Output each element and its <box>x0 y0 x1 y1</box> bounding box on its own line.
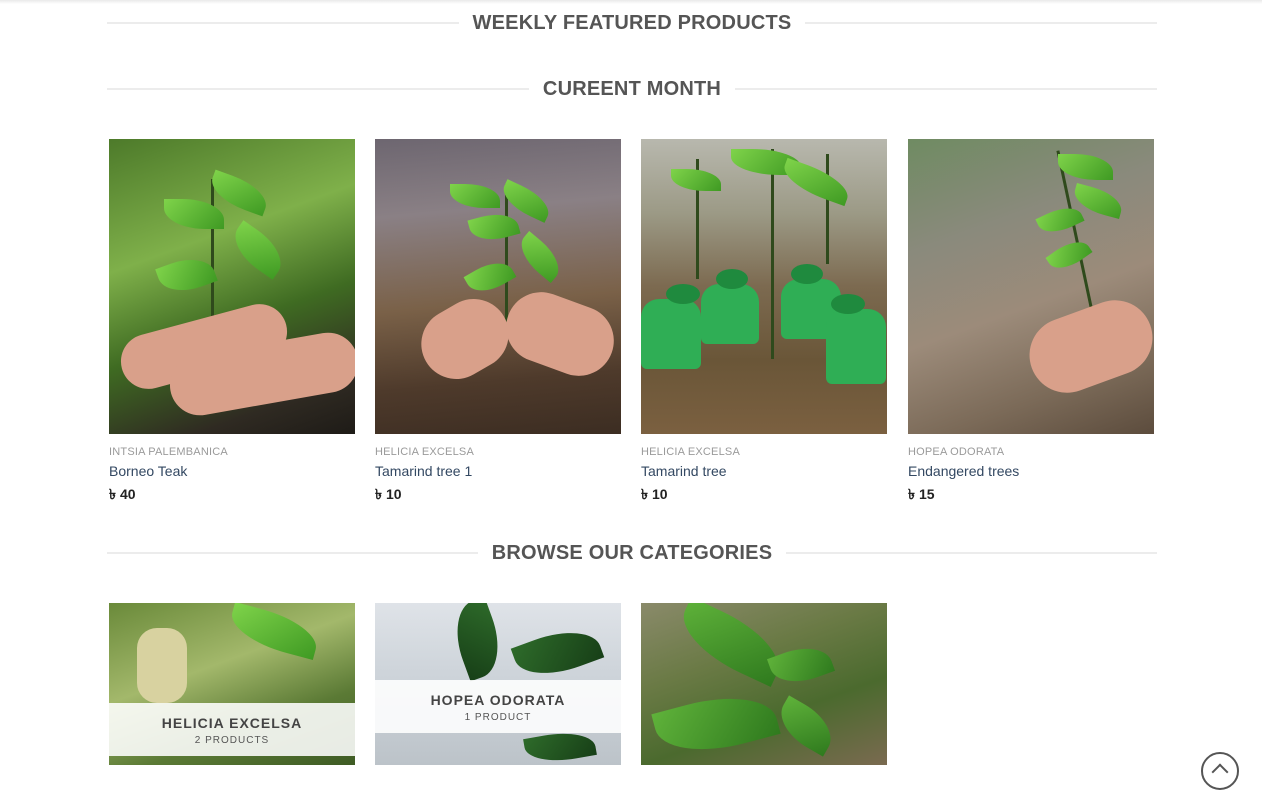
product-name[interactable]: Tamarind tree <box>641 463 887 479</box>
product-name[interactable]: Tamarind tree 1 <box>375 463 621 479</box>
product-card[interactable]: INTSIA PALEMBANICA Borneo Teak ৳ 40 <box>109 139 355 507</box>
price-value: 40 <box>119 486 136 502</box>
chevron-up-icon <box>1211 763 1229 781</box>
price-value: 15 <box>918 486 935 502</box>
product-category[interactable]: HOPEA ODORATA <box>908 446 1154 458</box>
category-label[interactable]: HELICIA EXCELSA 2 PRODUCTS <box>109 703 355 756</box>
product-category[interactable]: HELICIA EXCELSA <box>375 446 621 458</box>
section-browse-categories: BROWSE OUR CATEGORIES <box>107 538 1158 568</box>
section-weekly-featured: WEEKLY FEATURED PRODUCTS <box>107 8 1157 38</box>
divider <box>735 88 1157 90</box>
currency-symbol: ৳ <box>375 486 382 502</box>
divider <box>107 22 459 24</box>
divider <box>107 88 529 90</box>
section-title-browse: BROWSE OUR CATEGORIES <box>491 541 773 564</box>
divider <box>786 552 1158 554</box>
product-image[interactable] <box>908 139 1154 434</box>
section-title-weekly: WEEKLY FEATURED PRODUCTS <box>472 11 792 34</box>
product-category[interactable]: INTSIA PALEMBANICA <box>109 446 355 458</box>
price-value: 10 <box>651 486 668 502</box>
product-price: ৳ 10 <box>375 483 621 507</box>
scroll-to-top-button[interactable] <box>1201 752 1239 790</box>
product-card[interactable]: HELICIA EXCELSA Tamarind tree ৳ 10 <box>641 139 887 507</box>
product-name[interactable]: Endangered trees <box>908 463 1154 479</box>
category-card[interactable]: HOPEA ODORATA 1 PRODUCT <box>375 603 621 765</box>
product-image[interactable] <box>641 139 887 434</box>
section-title-current: CUREENT MONTH <box>542 77 722 100</box>
product-name[interactable]: Borneo Teak <box>109 463 355 479</box>
divider <box>107 552 478 554</box>
price-value: 10 <box>385 486 402 502</box>
category-count: 2 PRODUCTS <box>194 735 270 746</box>
product-card[interactable]: HELICIA EXCELSA Tamarind tree 1 ৳ 10 <box>375 139 621 507</box>
category-count: 1 PRODUCT <box>464 712 532 723</box>
category-label[interactable]: HOPEA ODORATA 1 PRODUCT <box>375 680 621 733</box>
product-card[interactable]: HOPEA ODORATA Endangered trees ৳ 15 <box>908 139 1154 507</box>
category-card[interactable] <box>641 603 887 765</box>
category-card[interactable]: HELICIA EXCELSA 2 PRODUCTS <box>109 603 355 765</box>
category-name[interactable]: HOPEA ODORATA <box>375 692 621 708</box>
currency-symbol: ৳ <box>641 486 648 502</box>
category-grid: HELICIA EXCELSA 2 PRODUCTS HOPEA ODORATA… <box>109 603 889 765</box>
product-price: ৳ 15 <box>908 483 1154 507</box>
product-grid: INTSIA PALEMBANICA Borneo Teak ৳ 40 HELIC… <box>109 139 1155 509</box>
product-image[interactable] <box>109 139 355 434</box>
header-shadow <box>0 0 1262 4</box>
currency-symbol: ৳ <box>109 486 116 502</box>
section-current-month: CUREENT MONTH <box>107 74 1157 104</box>
product-category[interactable]: HELICIA EXCELSA <box>641 446 887 458</box>
product-image[interactable] <box>375 139 621 434</box>
product-price: ৳ 40 <box>109 483 355 507</box>
divider <box>805 22 1157 24</box>
currency-symbol: ৳ <box>908 486 915 502</box>
product-price: ৳ 10 <box>641 483 887 507</box>
category-name[interactable]: HELICIA EXCELSA <box>109 715 355 731</box>
